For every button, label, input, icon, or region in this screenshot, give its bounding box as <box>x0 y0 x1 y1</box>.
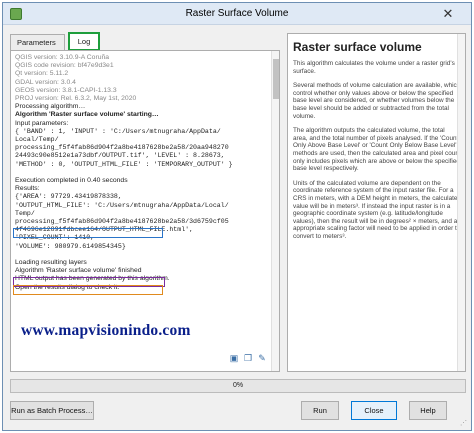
log-line: processing_f5f4fab86d904f2a8be4187628be2… <box>15 144 229 152</box>
log-line: 'METHOD' : 0, 'OUTPUT_HTML_FILE' : 'TEMP… <box>15 160 233 168</box>
log-line: 'PIXEL_COUNT': 1410, <box>15 234 95 242</box>
log-toolbar: ▣ ❐ ✎ <box>229 353 271 365</box>
tab-log[interactable]: Log <box>68 32 100 51</box>
log-line: QGIS version: 3.10.9-A Coruña <box>15 54 110 61</box>
run-button[interactable]: Run <box>301 401 339 420</box>
log-line: QGIS code revision: bf47e9d3e1 <box>15 62 114 70</box>
log-line: { 'BAND' : 1, 'INPUT' : 'C:/Users/mtnugr… <box>15 127 221 135</box>
log-line: Input parameters: <box>15 119 69 127</box>
log-line: Qt version: 5.11.2 <box>15 70 69 78</box>
log-line: Algorithm 'Raster surface volume' starti… <box>15 111 159 119</box>
save-icon[interactable]: ▣ <box>229 353 239 363</box>
log-line: GDAL version: 3.0.4 <box>15 78 76 86</box>
help-paragraph: Units of the calculated volume are depen… <box>293 179 462 240</box>
log-panel: QGIS version: 3.10.9-A Coruña QGIS code r… <box>10 50 280 372</box>
help-body: This algorithm calculates the volume und… <box>293 60 461 247</box>
log-line: 4f4696e12891fdbcee164/OUTPUT_HTML_FILE.h… <box>15 226 194 234</box>
help-scrollbar[interactable] <box>457 34 465 371</box>
resize-grip-icon[interactable]: ⋰ <box>460 419 468 427</box>
watermark-text: www.mapvisionindo.com <box>21 322 191 339</box>
log-line: HTML output has been generated by this a… <box>15 275 170 283</box>
log-line: 24493c90e8512e1a73dbf/OUTPUT.tif', 'LEVE… <box>15 152 225 160</box>
progress-bar: 0% <box>10 379 466 393</box>
help-paragraph: Several methods of volume calculation ar… <box>293 82 461 120</box>
log-line: GEOS version: 3.8.1-CAPI-1.13.3 <box>15 86 117 94</box>
help-panel: Raster surface volume This algorithm cal… <box>287 33 466 372</box>
title-bar[interactable]: Raster Surface Volume ✕ <box>3 3 471 25</box>
log-line: processing_f5f4fab86d904f2a8be4187628be2… <box>15 218 229 226</box>
progress-label: 0% <box>232 382 244 389</box>
help-button[interactable]: Help <box>409 401 447 420</box>
window-close-icon[interactable]: ✕ <box>431 5 465 22</box>
help-paragraph: This algorithm calculates the volume und… <box>293 60 455 75</box>
log-line: PROJ version: Rel. 6.3.2, May 1st, 2020 <box>15 95 137 103</box>
log-line: {'AREA': 97729.43419878338, <box>15 193 122 201</box>
log-line: Results: <box>15 185 40 193</box>
log-line: 'VOLUME': 980979.6149854345} <box>15 242 126 250</box>
log-text: QGIS version: 3.10.9-A Coruña QGIS code r… <box>15 54 273 292</box>
copy-icon[interactable]: ❐ <box>243 353 253 363</box>
clear-icon[interactable]: ✎ <box>257 353 267 363</box>
log-line: Local/Temp/ <box>15 136 59 144</box>
log-line: Loading resulting layers <box>15 259 87 267</box>
log-line: 'OUTPUT_HTML_FILE': 'C:/Users/mtnugraha/… <box>15 201 229 209</box>
help-paragraph: The algorithm outputs the calculated vol… <box>293 127 461 173</box>
log-scrollbar[interactable] <box>271 51 279 371</box>
log-line: Temp/ <box>15 209 35 217</box>
tab-parameters[interactable]: Parameters <box>10 34 65 50</box>
dialog-window: Raster Surface Volume ✕ Parameters Log Q… <box>2 2 472 431</box>
close-button[interactable]: Close <box>351 401 397 420</box>
run-batch-button[interactable]: Run as Batch Process… <box>10 401 94 420</box>
scrollbar-thumb[interactable] <box>273 59 279 99</box>
window-title: Raster Surface Volume <box>185 8 289 19</box>
help-title: Raster surface volume <box>293 40 422 54</box>
log-line: Execution completed in 0.40 seconds <box>15 177 128 185</box>
log-line: Algorithm 'Raster surface volume' finish… <box>15 267 142 275</box>
log-line: Open the results dialog to check it. <box>15 283 120 291</box>
log-line: Processing algorithm… <box>15 103 86 111</box>
